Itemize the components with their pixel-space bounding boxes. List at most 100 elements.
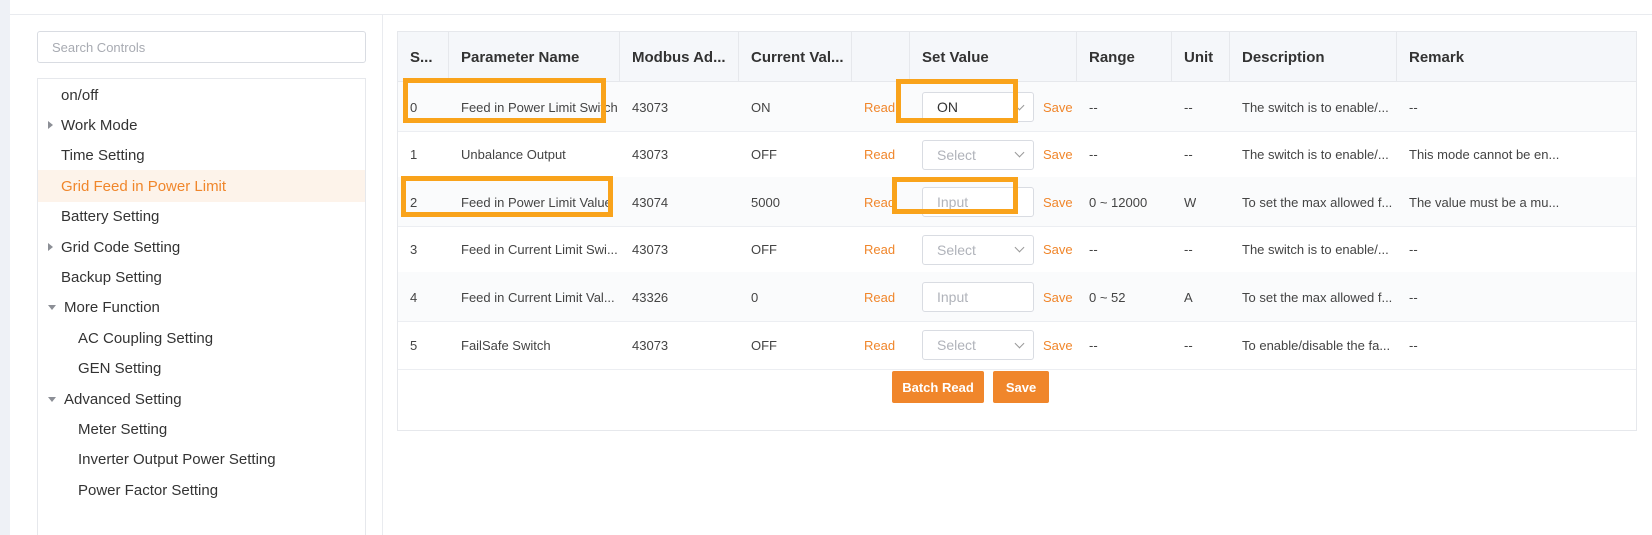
sidebar-item-13[interactable]: Power Factor Setting <box>38 474 365 506</box>
chevron-down-icon[interactable] <box>1014 338 1025 348</box>
save-link[interactable]: Save <box>1043 338 1073 353</box>
chevron-down-icon[interactable] <box>1014 242 1025 253</box>
cell-seq: 2 <box>398 177 449 227</box>
sidebar-item-label: Time Setting <box>61 147 145 165</box>
cell-unit: -- <box>1172 320 1230 370</box>
sidebar-item-8[interactable]: AC Coupling Setting <box>38 322 365 354</box>
cell-parameter-name-text: FailSafe Switch <box>461 337 551 353</box>
cell-read: Read <box>852 225 910 275</box>
cell-seq-text: 1 <box>410 147 418 163</box>
sidebar-item-6[interactable]: Backup Setting <box>38 261 365 293</box>
cell-remark-text: -- <box>1409 289 1418 305</box>
cell-parameter-name: Feed in Power Limit Switch <box>449 82 620 132</box>
cell-description-text: The switch is to enable/... <box>1242 147 1389 163</box>
sidebar-item-10[interactable]: Advanced Setting <box>38 383 365 415</box>
cell-range-text: -- <box>1089 337 1098 353</box>
read-link[interactable]: Read <box>864 147 895 162</box>
sidebar-item-1[interactable]: Work Mode <box>38 109 365 141</box>
cell-unit: -- <box>1172 130 1230 180</box>
cell-unit-text: W <box>1184 194 1197 210</box>
read-link[interactable]: Read <box>864 100 895 115</box>
caret-down-icon[interactable] <box>48 305 56 311</box>
sidebar-item-label: Grid Feed in Power Limit <box>61 177 227 195</box>
cell-remark-text: -- <box>1409 337 1418 353</box>
cell-set-value: Select Save <box>910 320 1077 370</box>
save-link[interactable]: Save <box>1043 290 1073 305</box>
cell-remark: -- <box>1397 272 1636 322</box>
read-link[interactable]: Read <box>864 290 895 305</box>
header-col-range: Range <box>1077 32 1172 82</box>
cell-range: -- <box>1077 225 1172 275</box>
sidebar-item-label: GEN Setting <box>78 360 162 378</box>
chevron-down-icon[interactable] <box>1014 147 1025 158</box>
set-value-select[interactable]: Select <box>922 234 1034 265</box>
save-link[interactable]: Save <box>1043 242 1073 257</box>
read-link[interactable]: Read <box>864 195 895 210</box>
save-link[interactable]: Save <box>1043 147 1073 162</box>
sidebar-item-label: Backup Setting <box>61 268 162 286</box>
caret-right-icon[interactable] <box>48 121 53 130</box>
cell-read: Read <box>852 177 910 227</box>
sidebar-item-9[interactable]: GEN Setting <box>38 353 365 385</box>
sidebar-item-12[interactable]: Inverter Output Power Setting <box>38 444 365 476</box>
cell-description: To set the max allowed f... <box>1230 272 1397 322</box>
sidebar-item-label: Grid Code Setting <box>61 238 181 256</box>
set-value-text: Input <box>937 194 969 211</box>
cell-read: Read <box>852 130 910 180</box>
cell-set-value: Input Save <box>910 272 1077 322</box>
read-link[interactable]: Read <box>864 338 895 353</box>
cell-unit-text: A <box>1184 289 1193 305</box>
set-value-select[interactable]: ON <box>922 92 1034 122</box>
cell-modbus-address: 43074 <box>620 177 739 227</box>
cell-modbus-address-text: 43073 <box>632 242 669 258</box>
sidebar-item-2[interactable]: Time Setting <box>38 140 365 172</box>
sidebar-item-label: Inverter Output Power Setting <box>78 451 276 469</box>
cell-remark: This mode cannot be en... <box>1397 130 1636 180</box>
cell-current-value: OFF <box>739 225 852 275</box>
caret-down-icon[interactable] <box>48 396 56 402</box>
sidebar-item-0[interactable]: on/off <box>38 79 365 111</box>
set-value-input[interactable]: Input <box>922 187 1034 218</box>
cell-seq-text: 3 <box>410 242 418 258</box>
sidebar-item-7[interactable]: More Function <box>38 292 365 324</box>
table-row: 0 Feed in Power Limit Switch 43073 ON Read ON… <box>398 82 1636 132</box>
sidebar-item-5[interactable]: Grid Code Setting <box>38 231 365 263</box>
cell-remark-text: -- <box>1409 99 1418 115</box>
cell-parameter-name: Unbalance Output <box>449 130 620 180</box>
save-link[interactable]: Save <box>1043 100 1073 115</box>
cell-current-value-text: OFF <box>751 242 777 258</box>
save-all-button[interactable]: Save <box>993 371 1049 403</box>
set-value-input[interactable]: Input <box>922 282 1034 313</box>
cell-parameter-name-text: Feed in Power Limit Switch <box>461 99 618 115</box>
cell-current-value: OFF <box>739 130 852 180</box>
sidebar-item-label: More Function <box>64 299 160 317</box>
cell-description-text: To enable/disable the fa... <box>1242 337 1391 353</box>
set-value-text: Select <box>937 241 976 258</box>
batch-read-button[interactable]: Batch Read <box>892 371 984 403</box>
cell-modbus-address: 43073 <box>620 130 739 180</box>
chevron-down-icon[interactable] <box>1014 100 1025 110</box>
search-input[interactable] <box>37 31 366 63</box>
cell-current-value-text: OFF <box>751 147 777 163</box>
save-link[interactable]: Save <box>1043 195 1073 210</box>
set-value-select[interactable]: Select <box>922 139 1034 170</box>
table-header: S... Parameter Name Modbus Ad... Current Va… <box>398 32 1636 82</box>
header-col-current-value: Current Val... <box>739 32 852 82</box>
sidebar-item-11[interactable]: Meter Setting <box>38 413 365 445</box>
sidebar-item-label: Meter Setting <box>78 420 168 438</box>
read-link[interactable]: Read <box>864 242 895 257</box>
sidebar-item-4[interactable]: Battery Setting <box>38 201 365 233</box>
sidebar-item-label: AC Coupling Setting <box>78 329 214 347</box>
sidebar-item-3[interactable]: Grid Feed in Power Limit <box>38 170 365 203</box>
set-value-select[interactable]: Select <box>922 330 1034 360</box>
cell-modbus-address: 43073 <box>620 320 739 370</box>
cell-range-text: -- <box>1089 147 1098 163</box>
caret-right-icon[interactable] <box>48 243 53 251</box>
sidebar-item-label: on/off <box>61 86 99 104</box>
cell-current-value: ON <box>739 82 852 132</box>
set-value-text: ON <box>937 99 958 115</box>
cell-seq: 3 <box>398 225 449 275</box>
cell-unit-text: -- <box>1184 147 1193 163</box>
control-tree-panel: on/off Work Mode Time Setting Grid Feed in … <box>10 15 382 535</box>
header-col-modbus-address: Modbus Ad... <box>620 32 739 82</box>
